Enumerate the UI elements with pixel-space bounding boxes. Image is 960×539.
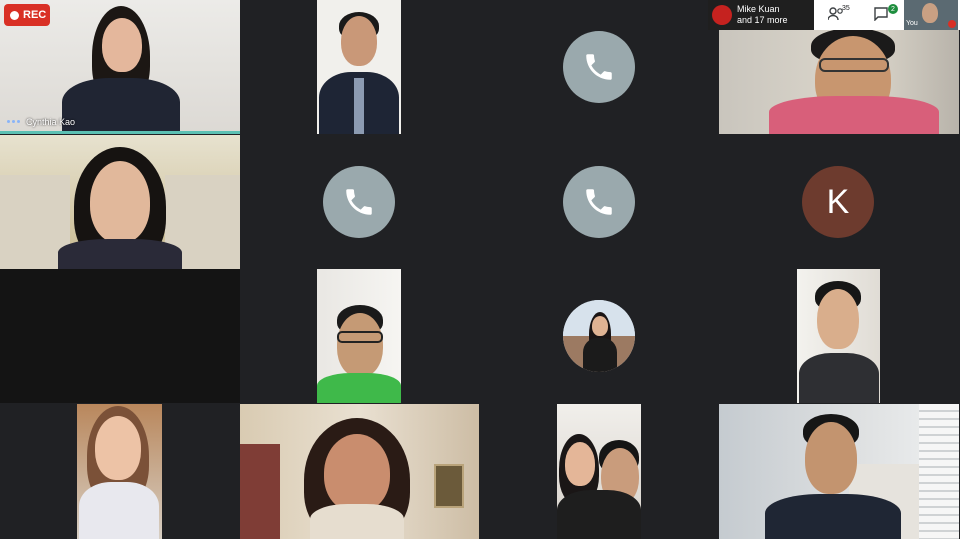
avatar-initial: K [826,182,850,221]
self-view-tile[interactable]: You [904,0,958,30]
audio-only-tile[interactable] [563,166,635,238]
participant-avatar[interactable]: K [802,166,874,238]
participant-tile-4[interactable] [719,30,959,134]
rec-label: REC [23,9,47,21]
audio-only-tile[interactable] [323,166,395,238]
participant-tile-7[interactable] [317,269,401,403]
recording-indicator[interactable]: REC [4,4,50,26]
presenter-more: and 17 more [737,15,788,25]
presenter-name: Mike Kuan [737,4,780,14]
video-feed [77,404,162,539]
participant-tile-11[interactable] [240,404,479,539]
participants-bar[interactable]: Mike Kuan and 17 more 35 2 You [708,0,960,30]
participant-avatar-photo[interactable] [563,300,635,372]
phone-icon [346,189,372,215]
chat-count-badge: 2 [888,4,898,14]
video-feed [240,404,479,539]
self-label: You [906,20,918,27]
phone-icon [586,189,612,215]
video-feed [317,269,401,403]
avatar-photo [563,300,635,372]
phone-icon [586,54,612,80]
video-feed [719,30,959,134]
chat-icon[interactable] [874,7,888,21]
video-feed [719,404,959,539]
active-speaker-indicator [0,131,240,134]
mic-off-icon [948,20,956,28]
more-options-icon[interactable] [7,120,20,123]
video-feed [317,0,401,134]
participant-tile-black[interactable] [0,269,240,403]
participant-name: Cynthia Kao [26,117,76,127]
record-dot-icon [10,10,19,20]
participant-tile-9[interactable] [797,269,880,403]
audio-only-tile[interactable] [563,31,635,103]
video-feed [797,269,880,403]
avatar [712,5,732,25]
participant-tile-13[interactable] [719,404,959,539]
participant-tile-10[interactable] [77,404,162,539]
presenter-info[interactable]: Mike Kuan and 17 more [708,0,814,30]
participant-tile-5[interactable] [0,135,240,269]
participant-tile-12[interactable] [557,404,641,539]
participant-tile-cynthia[interactable]: REC Cynthia Kao [0,0,240,134]
video-feed [557,404,641,539]
participant-tile-2[interactable] [317,0,401,134]
video-feed [0,135,240,269]
people-count: 35 [842,5,850,12]
